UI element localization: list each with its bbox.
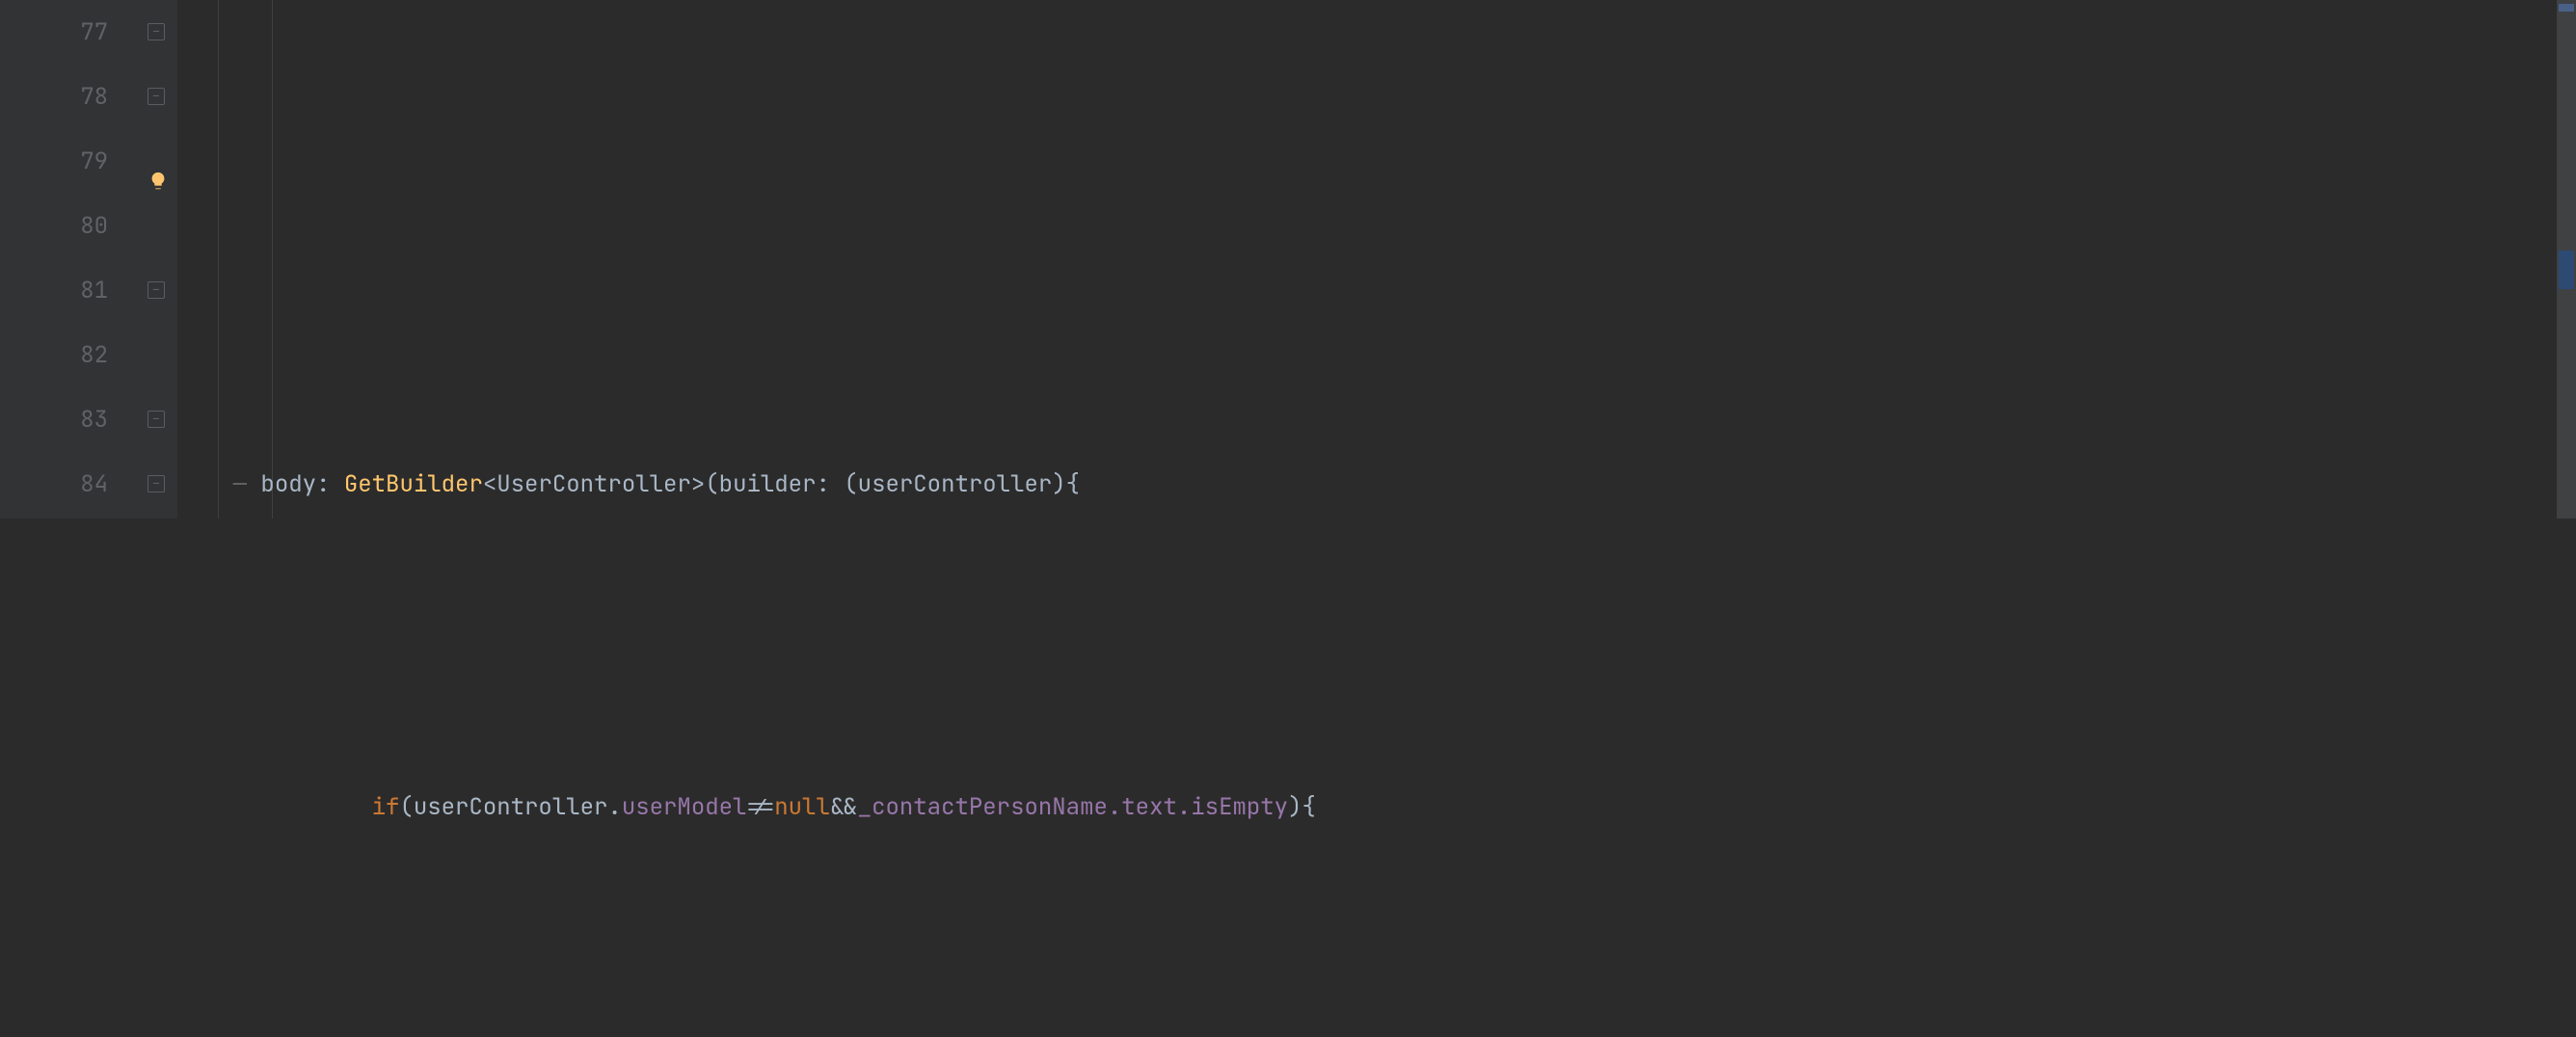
token: < (483, 469, 496, 499)
token: && (830, 792, 858, 822)
line-number: 78 (0, 65, 108, 129)
token-class: UserController (496, 469, 691, 499)
fold-toggle-icon[interactable]: – (148, 281, 165, 299)
line-number: 82 (0, 323, 108, 387)
dash-icon: — (233, 469, 261, 499)
token-keyword: if (372, 792, 400, 822)
token-keyword: null (774, 792, 830, 822)
code-line[interactable]: if(userController.userModel!=null&&_cont… (177, 775, 2576, 839)
token: body (260, 469, 316, 499)
ruler-mark (2559, 251, 2574, 289)
code-area[interactable]: — body: GetBuilder<UserController>(build… (177, 0, 2576, 518)
token-field: _contactPersonName (858, 792, 1108, 822)
token-field: userModel (622, 792, 747, 822)
token-class: GetBuilder (344, 469, 483, 499)
code-editor[interactable]: 77 78 79 80 81 82 83 84 – – – – – — body… (0, 0, 2576, 518)
collapse-dash (177, 469, 233, 499)
line-number: 80 (0, 194, 108, 258)
fold-toggle-icon[interactable]: – (148, 475, 165, 492)
overview-ruler[interactable] (2557, 0, 2576, 518)
line-number: 79 (0, 129, 108, 194)
token: (userController. (399, 792, 621, 822)
fold-gutter: – – – – – (135, 0, 177, 518)
token: (builder: (userController){ (705, 469, 1080, 499)
line-number-gutter: 77 78 79 80 81 82 83 84 (0, 0, 135, 518)
token: != (746, 792, 774, 822)
fold-toggle-icon[interactable]: – (148, 88, 165, 105)
token: : (316, 469, 344, 499)
token: > (691, 469, 705, 499)
code-line[interactable]: — body: GetBuilder<UserController>(build… (177, 452, 2576, 517)
ruler-mark (2559, 4, 2574, 12)
fold-toggle-icon[interactable]: – (148, 411, 165, 428)
token-field: .isEmpty (1177, 792, 1288, 822)
lightbulb-icon[interactable] (148, 152, 165, 170)
line-number: 77 (0, 0, 108, 65)
line-number: 81 (0, 258, 108, 323)
line-number: 83 (0, 387, 108, 452)
line-number: 84 (0, 452, 108, 517)
token: ){ (1288, 792, 1316, 822)
token-field: .text (1108, 792, 1177, 822)
fold-toggle-icon[interactable]: – (148, 23, 165, 40)
